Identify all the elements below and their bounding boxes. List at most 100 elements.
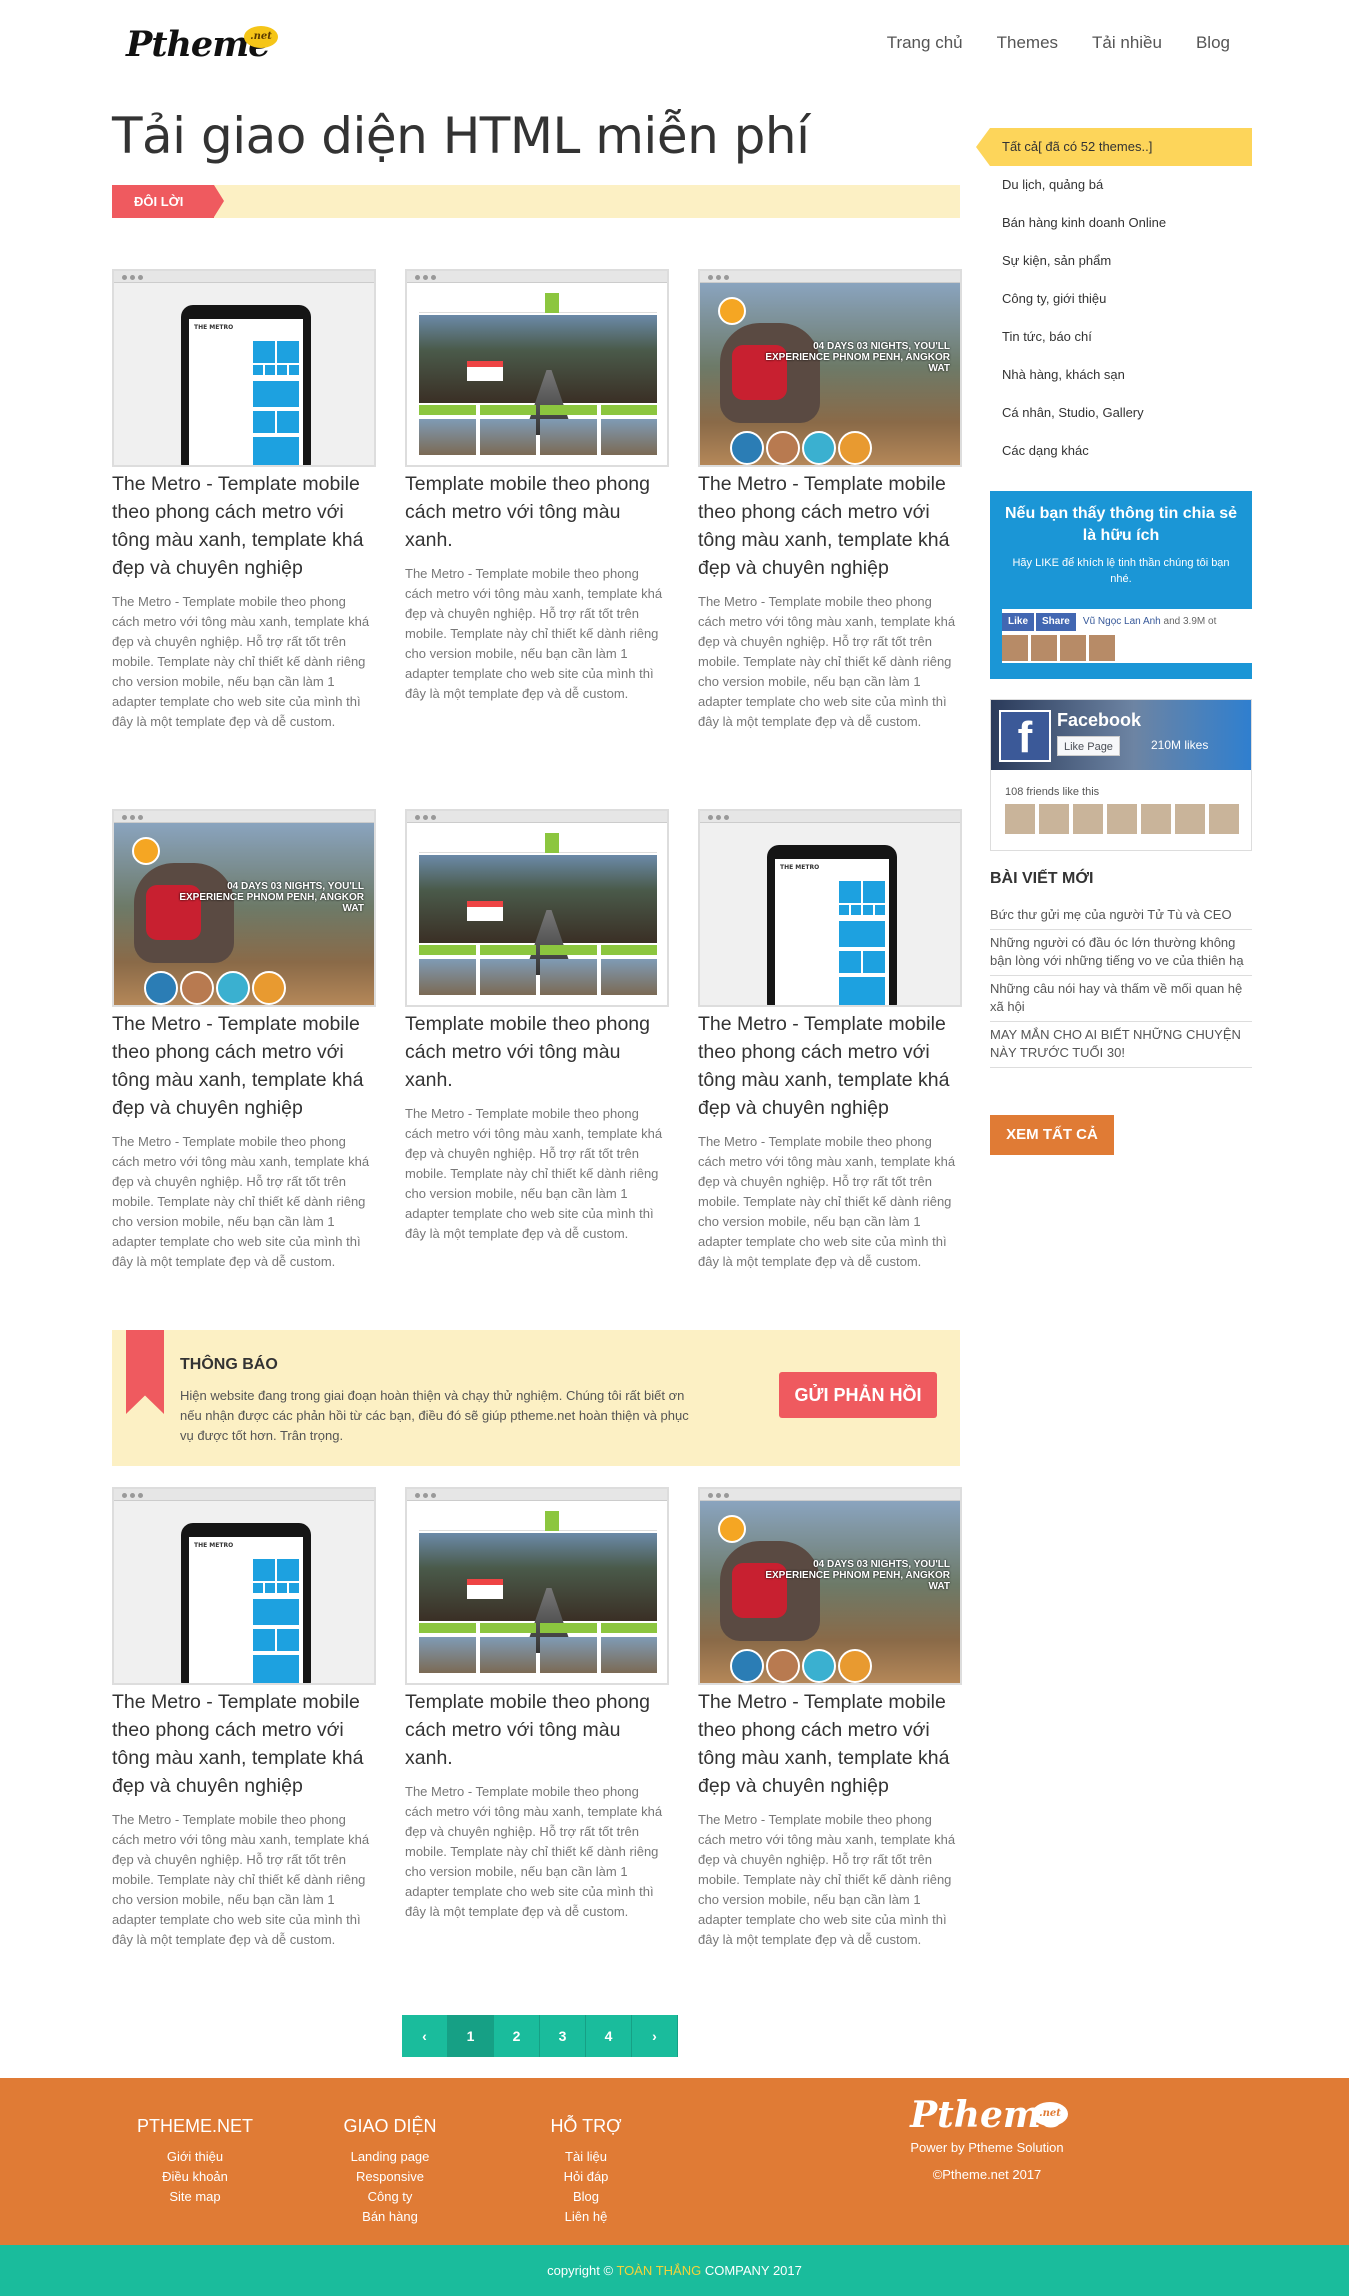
fb-like-page-button[interactable]: Like Page xyxy=(1057,736,1120,756)
footer-link[interactable]: Giới thiệu xyxy=(120,2147,270,2167)
avatar xyxy=(1031,635,1057,661)
browser-bar xyxy=(700,811,960,823)
fb-like-line: Vũ Ngọc Lan Anh and 3.9M ot xyxy=(1083,616,1216,627)
footer-link[interactable]: Liên hệ xyxy=(511,2207,661,2227)
avatar[interactable] xyxy=(1005,804,1035,834)
theme-card[interactable]: 04 DAYS 03 NIGHTS, YOU'LL EXPERIENCE PHN… xyxy=(112,809,376,1272)
pagination-page-3[interactable]: 3 xyxy=(540,2015,586,2057)
thumb-elephant-tour: 04 DAYS 03 NIGHTS, YOU'LL EXPERIENCE PHN… xyxy=(700,1501,960,1683)
pagination-page-1[interactable]: 1 xyxy=(448,2015,494,2057)
category-item[interactable]: Du lịch, quảng bá xyxy=(990,166,1252,204)
theme-card[interactable]: 04 DAYS 03 NIGHTS, YOU'LL EXPERIENCE PHN… xyxy=(698,269,962,732)
fb-page-name[interactable]: Facebook xyxy=(1057,710,1141,731)
pagination-page-2[interactable]: 2 xyxy=(494,2015,540,2057)
avatar[interactable] xyxy=(1209,804,1239,834)
post-link[interactable]: MAY MẮN CHO AI BIẾT NHỮNG CHUYỆN NÀY TRƯ… xyxy=(990,1022,1252,1068)
see-all-button[interactable]: XEM TẤT CẢ xyxy=(990,1115,1114,1155)
theme-title[interactable]: The Metro - Template mobile theo phong c… xyxy=(698,1010,962,1122)
pagination-prev[interactable]: ‹ xyxy=(402,2015,448,2057)
nav-home[interactable]: Trang chủ xyxy=(887,33,963,53)
footer-link[interactable]: Landing page xyxy=(315,2147,465,2167)
nav-themes[interactable]: Themes xyxy=(997,33,1058,53)
theme-card[interactable]: Template mobile theo phong cách metro vớ… xyxy=(405,269,669,704)
theme-title[interactable]: The Metro - Template mobile theo phong c… xyxy=(698,1688,962,1800)
copyright-company[interactable]: TOÀN THẮNG xyxy=(616,2263,701,2278)
theme-thumbnail[interactable] xyxy=(405,269,669,467)
theme-thumbnail[interactable]: 04 DAYS 03 NIGHTS, YOU'LL EXPERIENCE PHN… xyxy=(112,809,376,1007)
theme-title[interactable]: Template mobile theo phong cách metro vớ… xyxy=(405,470,669,554)
footer-col-support: HỖ TRỢ Tài liệu Hỏi đáp Blog Liên hệ xyxy=(511,2116,661,2227)
footer-link[interactable]: Tài liệu xyxy=(511,2147,661,2167)
post-link[interactable]: Bức thư gửi mẹ của người Tử Tù và CEO xyxy=(990,902,1252,930)
footer-link[interactable]: Bán hàng xyxy=(315,2207,465,2227)
category-item[interactable]: Tin tức, báo chí xyxy=(990,318,1252,356)
send-feedback-button[interactable]: GỬI PHẢN HỒI xyxy=(779,1372,937,1418)
theme-thumbnail[interactable] xyxy=(405,1487,669,1685)
avatar[interactable] xyxy=(1141,804,1171,834)
theme-title[interactable]: The Metro - Template mobile theo phong c… xyxy=(112,470,376,582)
footer-link[interactable]: Công ty xyxy=(315,2187,465,2207)
theme-description: The Metro - Template mobile theo phong c… xyxy=(698,1812,956,1947)
pagination-next[interactable]: › xyxy=(632,2015,678,2057)
theme-thumbnail[interactable] xyxy=(405,809,669,1007)
sidebar: Tất cả[ đã có 52 themes..] Du lịch, quản… xyxy=(976,128,1252,1155)
fb-like-button[interactable]: Like xyxy=(1002,613,1035,631)
footer-link[interactable]: Điều khoản xyxy=(120,2167,270,2187)
fb-like-name[interactable]: Vũ Ngọc Lan Anh xyxy=(1083,616,1161,627)
theme-card[interactable]: Template mobile theo phong cách metro vớ… xyxy=(405,1487,669,1922)
fb-like-widget: Like Share Vũ Ngọc Lan Anh and 3.9M ot xyxy=(1002,609,1252,663)
browser-bar xyxy=(407,271,667,283)
theme-card[interactable]: THE METRO The Metro - Template mobile the… xyxy=(698,809,962,1272)
theme-card[interactable]: THE METRO The Metro - Template mobile the… xyxy=(112,269,376,732)
post-link[interactable]: Những người có đầu óc lớn thường không b… xyxy=(990,930,1252,976)
category-item[interactable]: Bán hàng kinh doanh Online xyxy=(990,204,1252,242)
fb-like-rest: and 3.9M ot xyxy=(1163,616,1217,627)
nav-top-downloads[interactable]: Tải nhiều xyxy=(1092,33,1162,53)
theme-description: The Metro - Template mobile theo phong c… xyxy=(112,1134,370,1269)
facebook-icon[interactable]: f xyxy=(999,710,1051,762)
theme-title[interactable]: The Metro - Template mobile theo phong c… xyxy=(112,1688,376,1800)
theme-title[interactable]: Template mobile theo phong cách metro vớ… xyxy=(405,1010,669,1094)
theme-title[interactable]: Template mobile theo phong cách metro vớ… xyxy=(405,1688,669,1772)
category-item[interactable]: Công ty, giới thiệu xyxy=(990,280,1252,318)
avatar[interactable] xyxy=(1175,804,1205,834)
category-item[interactable]: Nhà hàng, khách sạn xyxy=(990,356,1252,394)
post-link[interactable]: Những câu nói hay và thấm về mối quan hệ… xyxy=(990,976,1252,1022)
avatar[interactable] xyxy=(1039,804,1069,834)
phone-screen-title: THE METRO xyxy=(194,324,234,331)
theme-card[interactable]: THE METRO The Metro - Template mobile the… xyxy=(112,1487,376,1950)
theme-title[interactable]: The Metro - Template mobile theo phong c… xyxy=(698,470,962,582)
avatar[interactable] xyxy=(1073,804,1103,834)
share-text: Hãy LIKE để khích lệ tinh thần chúng tôi… xyxy=(1012,557,1230,585)
theme-card[interactable]: Template mobile theo phong cách metro vớ… xyxy=(405,809,669,1244)
theme-thumbnail[interactable]: THE METRO xyxy=(112,269,376,467)
theme-description: The Metro - Template mobile theo phong c… xyxy=(405,1784,663,1919)
category-item[interactable]: Các dạng khác xyxy=(990,432,1252,470)
category-item-all[interactable]: Tất cả[ đã có 52 themes..] xyxy=(976,128,1252,166)
category-item[interactable]: Cá nhân, Studio, Gallery xyxy=(990,394,1252,432)
pagination-page-4[interactable]: 4 xyxy=(586,2015,632,2057)
category-item[interactable]: Sự kiện, sản phẩm xyxy=(990,242,1252,280)
theme-thumbnail[interactable]: THE METRO xyxy=(698,809,962,1007)
footer-col-themes: GIAO DIỆN Landing page Responsive Công t… xyxy=(315,2116,465,2227)
thumb-caption: 04 DAYS 03 NIGHTS, YOU'LL EXPERIENCE PHN… xyxy=(765,1559,950,1592)
theme-title[interactable]: The Metro - Template mobile theo phong c… xyxy=(112,1010,376,1122)
avatar[interactable] xyxy=(1107,804,1137,834)
theme-thumbnail[interactable]: 04 DAYS 03 NIGHTS, YOU'LL EXPERIENCE PHN… xyxy=(698,1487,962,1685)
theme-thumbnail[interactable]: THE METRO xyxy=(112,1487,376,1685)
nav-blog[interactable]: Blog xyxy=(1196,33,1230,53)
fb-friends-text: 108 friends like this xyxy=(1005,786,1100,798)
fb-share-button[interactable]: Share xyxy=(1036,613,1076,631)
site-logo[interactable]: Ptheme .net xyxy=(126,24,286,72)
theme-description: The Metro - Template mobile theo phong c… xyxy=(698,1134,956,1269)
footer-link[interactable]: Hỏi đáp xyxy=(511,2167,661,2187)
footer-link[interactable]: Responsive xyxy=(315,2167,465,2187)
browser-bar xyxy=(407,1489,667,1501)
theme-thumbnail[interactable]: 04 DAYS 03 NIGHTS, YOU'LL EXPERIENCE PHN… xyxy=(698,269,962,467)
theme-card[interactable]: 04 DAYS 03 NIGHTS, YOU'LL EXPERIENCE PHN… xyxy=(698,1487,962,1950)
footer-link[interactable]: Blog xyxy=(511,2187,661,2207)
share-box: Nếu bạn thấy thông tin chia sẻ là hữu íc… xyxy=(990,491,1252,679)
phone-screen: THE METRO xyxy=(189,1537,303,1683)
intro-tag[interactable]: ĐÔI LỜI xyxy=(112,185,224,218)
footer-link[interactable]: Site map xyxy=(120,2187,270,2207)
